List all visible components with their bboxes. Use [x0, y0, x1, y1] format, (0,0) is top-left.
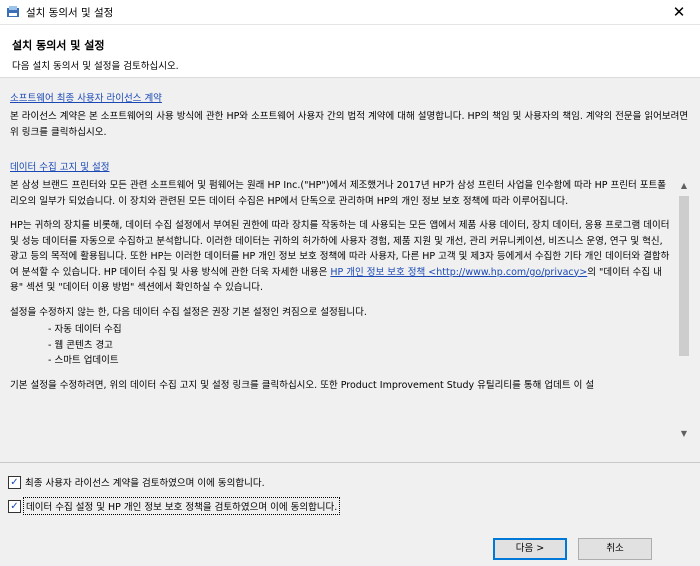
notice-paragraph-1: 본 삼성 브랜드 프린터와 모든 관련 소프트웨어 및 펌웨어는 원래 HP I… — [10, 180, 667, 207]
close-icon[interactable]: ✕ — [658, 0, 700, 24]
vertical-scrollbar[interactable]: ▲ ▼ — [676, 178, 692, 442]
content-area: 소프트웨어 최종 사용자 라이선스 계약 본 라이선스 계약은 본 소프트웨어의… — [0, 78, 700, 458]
next-button[interactable]: 다음 > — [493, 538, 567, 560]
scroll-down-icon[interactable]: ▼ — [676, 426, 692, 442]
eula-description: 본 라이선스 계약은 본 소프트웨어의 사용 방식에 관한 HP와 소프트웨어 … — [10, 111, 689, 138]
eula-agree-row[interactable]: ✓ 최종 사용자 라이선스 계약을 검토하였으며 이에 동의합니다. — [8, 474, 265, 490]
app-icon — [7, 6, 19, 17]
data-notice-text: 본 삼성 브랜드 프린터와 모든 관련 소프트웨어 및 펌웨어는 원래 HP I… — [10, 178, 674, 402]
notice-paragraph-4: 기본 설정을 수정하려면, 위의 데이터 수집 고지 및 설정 링크를 클릭하십… — [10, 379, 595, 391]
page-title: 설치 동의서 및 설정 — [12, 39, 105, 52]
notice-paragraph-2: HP는 귀하의 장치를 비롯해, 데이터 수집 설정에서 부여된 권한에 따라 … — [10, 218, 674, 296]
privacy-agree-row[interactable]: ✓ 데이터 수집 설정 및 HP 개인 정보 보호 정책을 검토하였으며 이에 … — [8, 497, 341, 515]
eula-agree-checkbox[interactable]: ✓ — [8, 475, 21, 489]
privacy-agree-label[interactable]: 데이터 수집 설정 및 HP 개인 정보 보호 정책을 검토하였으며 이에 동의… — [22, 497, 341, 515]
list-item: - 자동 데이터 수집 — [48, 324, 122, 335]
scroll-thumb[interactable] — [679, 196, 689, 356]
divider — [0, 462, 700, 463]
window-title: 설치 동의서 및 설정 — [26, 7, 114, 19]
data-notice-scroll-area[interactable]: 본 삼성 브랜드 프린터와 모든 관련 소프트웨어 및 펌웨어는 원래 HP I… — [8, 178, 692, 442]
scroll-up-icon[interactable]: ▲ — [676, 178, 692, 194]
privacy-policy-link[interactable]: HP 개인 정보 보호 정책 <http://www.hp.com/go/pri… — [330, 267, 587, 278]
eula-link[interactable]: 소프트웨어 최종 사용자 라이선스 계약 — [10, 90, 162, 104]
page-subtitle: 다음 설치 동의서 및 설정을 검토하십시오. — [12, 61, 179, 72]
title-bar: 설치 동의서 및 설정 ✕ — [0, 0, 700, 25]
data-collection-link[interactable]: 데이터 수집 고지 및 설정 — [10, 159, 109, 173]
list-item: - 스마트 업데이트 — [48, 355, 119, 366]
header-panel: 설치 동의서 및 설정 다음 설치 동의서 및 설정을 검토하십시오. — [0, 25, 700, 78]
notice-paragraph-3: 설정을 수정하지 않는 한, 다음 데이터 수집 설정은 권장 기본 설정인 켜… — [10, 306, 367, 318]
eula-agree-label[interactable]: 최종 사용자 라이선스 계약을 검토하였으며 이에 동의합니다. — [25, 475, 265, 489]
privacy-agree-checkbox[interactable]: ✓ — [8, 499, 21, 513]
cancel-button[interactable]: 취소 — [578, 538, 652, 560]
list-item: - 웹 콘텐츠 경고 — [48, 339, 113, 351]
